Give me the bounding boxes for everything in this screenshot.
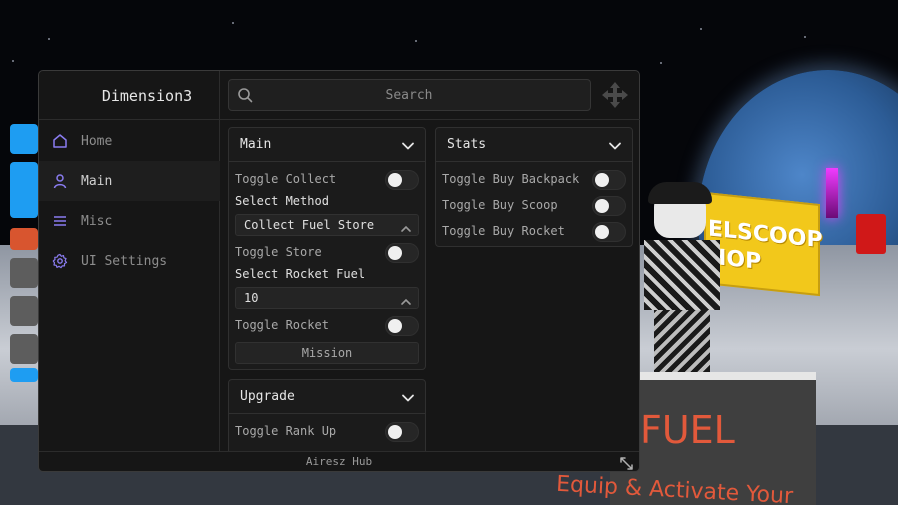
gear-icon [51, 252, 69, 270]
toggle-label: Toggle Store [235, 245, 322, 259]
select-method-value: Collect Fuel Store [244, 218, 375, 232]
toggle-collect-switch[interactable] [385, 170, 419, 190]
divider [39, 119, 220, 120]
sidebar-item-label: Main [81, 173, 113, 189]
move-icon[interactable] [601, 81, 629, 109]
hud-button[interactable] [10, 124, 38, 154]
select-fuel-label: Select Rocket Fuel [235, 267, 366, 281]
sidebar: Dimension3 Home Main Misc UI Settings [39, 71, 220, 451]
toggle-rocket-row: Toggle Rocket [235, 315, 419, 337]
pink-pylon [826, 168, 838, 218]
user-icon [51, 172, 69, 190]
chevron-down-icon[interactable] [608, 138, 622, 152]
hud-button[interactable] [10, 334, 38, 364]
app-title: Dimension3 [101, 87, 193, 105]
home-icon [51, 132, 69, 150]
toggle-store-row: Toggle Store [235, 242, 419, 264]
section-header[interactable]: Upgrade [229, 380, 425, 414]
search-box[interactable] [228, 79, 591, 111]
toggle-rank-up-switch[interactable] [385, 422, 419, 442]
select-method-dropdown[interactable]: Collect Fuel Store [235, 214, 419, 236]
sidebar-item-label: Misc [81, 213, 113, 229]
fuel-station: FUEL Equip & Activate Your [556, 372, 816, 505]
select-fuel-value: 10 [244, 291, 259, 305]
toggle-buy-scoop-switch[interactable] [592, 196, 626, 216]
sidebar-item-misc[interactable]: Misc [39, 201, 220, 241]
toggle-store-switch[interactable] [385, 243, 419, 263]
section-stats: Stats Toggle Buy Backpack Toggle Buy Sco… [435, 127, 633, 247]
red-machine [856, 214, 886, 254]
chevron-down-icon[interactable] [401, 138, 415, 152]
star [804, 36, 806, 38]
hud-button[interactable] [10, 228, 38, 250]
section-main: Main Toggle Collect Select Method Collec… [228, 127, 426, 370]
toggle-label: Toggle Buy Rocket [442, 224, 565, 238]
star [48, 38, 50, 40]
toggle-label: Toggle Collect [235, 172, 337, 186]
hud-bar [10, 368, 38, 382]
window-footer: Airesz Hub [39, 451, 639, 471]
toggle-label: Toggle Rocket [235, 318, 329, 332]
section-header[interactable]: Main [229, 128, 425, 162]
sidebar-item-home[interactable]: Home [39, 121, 220, 161]
select-method-label: Select Method [235, 194, 329, 208]
section-title: Main [240, 137, 272, 152]
section-upgrade: Upgrade Toggle Rank Up [228, 379, 426, 451]
toggle-buy-backpack-switch[interactable] [592, 170, 626, 190]
star [700, 28, 702, 30]
toggle-buy-rocket-switch[interactable] [592, 222, 626, 242]
star [12, 60, 14, 62]
select-method-row: Select Method [235, 193, 419, 211]
hud-button[interactable] [10, 296, 38, 326]
hud-button[interactable] [10, 162, 38, 218]
list-icon [51, 212, 69, 230]
toggle-label: Toggle Rank Up [235, 424, 337, 438]
select-fuel-dropdown[interactable]: 10 [235, 287, 419, 309]
toggle-label: Toggle Buy Scoop [442, 198, 558, 212]
toggle-collect-row: Toggle Collect [235, 169, 419, 191]
mission-button[interactable]: Mission [235, 342, 419, 364]
chevron-up-icon [400, 220, 412, 232]
toggle-rank-up-row: Toggle Rank Up [235, 421, 419, 443]
resize-icon[interactable] [620, 455, 633, 470]
search-icon [237, 87, 253, 103]
footer-label: Airesz Hub [305, 455, 373, 468]
search-input[interactable] [259, 84, 559, 106]
toggle-label: Toggle Buy Backpack [442, 172, 580, 186]
toggle-rocket-switch[interactable] [385, 316, 419, 336]
chevron-up-icon [400, 293, 412, 305]
toggle-buy-rocket-row: Toggle Buy Rocket [442, 221, 626, 243]
select-fuel-row: Select Rocket Fuel [235, 266, 419, 284]
chevron-down-icon[interactable] [401, 390, 415, 404]
star [232, 22, 234, 24]
sidebar-item-main[interactable]: Main [39, 161, 220, 201]
player-avatar [636, 178, 728, 374]
section-header[interactable]: Stats [436, 128, 632, 162]
sidebar-item-ui-settings[interactable]: UI Settings [39, 241, 220, 281]
sidebar-item-label: Home [81, 133, 113, 149]
toggle-buy-scoop-row: Toggle Buy Scoop [442, 195, 626, 217]
hud-button[interactable] [10, 258, 38, 288]
section-title: Upgrade [240, 389, 295, 404]
star [660, 62, 662, 64]
fuel-station-title: FUEL [640, 408, 735, 452]
section-title: Stats [447, 137, 487, 152]
divider [220, 119, 640, 120]
sidebar-item-label: UI Settings [81, 253, 168, 269]
content-area: Main Toggle Collect Select Method Collec… [228, 127, 634, 451]
hub-window: Dimension3 Home Main Misc UI Settings Se… [38, 70, 640, 472]
star [415, 40, 417, 42]
toggle-buy-backpack-row: Toggle Buy Backpack [442, 169, 626, 191]
